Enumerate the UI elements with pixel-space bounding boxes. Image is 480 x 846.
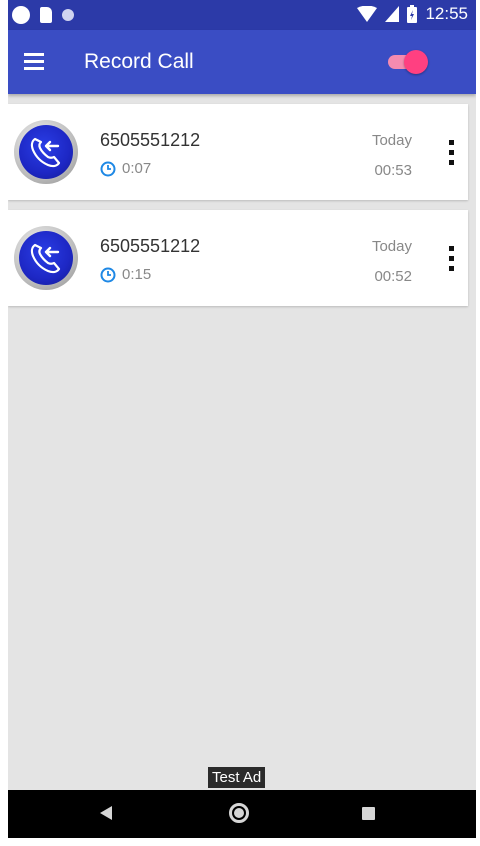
clock-icon	[100, 267, 116, 282]
status-time: 12:55	[425, 4, 468, 23]
call-list-item[interactable]: 6505551212 0:07 Today 00:53	[8, 104, 468, 200]
app-bar: Record Call	[8, 30, 476, 94]
home-icon[interactable]	[229, 803, 249, 823]
call-day: Today	[371, 132, 412, 149]
call-list-item[interactable]: 6505551212 0:15 Today 00:52	[8, 210, 468, 306]
back-icon[interactable]	[100, 806, 112, 820]
signal-icon	[385, 6, 400, 22]
call-list: 6505551212 0:07 Today 00:53 6505551212 0…	[8, 104, 476, 316]
notification-dot-icon	[12, 6, 30, 24]
call-time: 00:52	[374, 268, 412, 285]
app-title: Record Call	[84, 50, 194, 73]
record-toggle[interactable]	[388, 50, 428, 74]
status-bar: 12:55	[8, 0, 476, 30]
hamburger-menu-icon[interactable]	[22, 50, 48, 74]
status-notifications	[12, 6, 74, 24]
more-options-icon[interactable]	[442, 244, 462, 274]
navigation-bar	[8, 790, 476, 838]
call-day: Today	[371, 238, 412, 255]
duration-text: 0:07	[122, 160, 152, 177]
call-duration: 0:15	[100, 266, 151, 283]
wifi-icon	[357, 6, 378, 22]
notification-dot-icon	[62, 9, 74, 21]
more-options-icon[interactable]	[442, 138, 462, 168]
sd-card-icon	[40, 7, 52, 23]
call-time: 00:53	[374, 162, 412, 179]
clock-icon	[100, 161, 116, 176]
status-system-icons: 12:55	[357, 4, 468, 24]
test-ad-label[interactable]: Test Ad	[208, 767, 266, 788]
incoming-call-icon	[14, 120, 78, 184]
battery-icon	[407, 5, 418, 23]
recents-icon[interactable]	[362, 807, 375, 820]
duration-text: 0:15	[122, 266, 152, 283]
incoming-call-icon	[14, 226, 78, 290]
call-number: 6505551212	[100, 130, 201, 150]
call-number: 6505551212	[100, 236, 201, 256]
app-frame: 12:55 Record Call 6505551212 0:07 Today …	[8, 0, 476, 838]
call-duration: 0:07	[100, 160, 151, 177]
toggle-thumb	[404, 50, 428, 74]
